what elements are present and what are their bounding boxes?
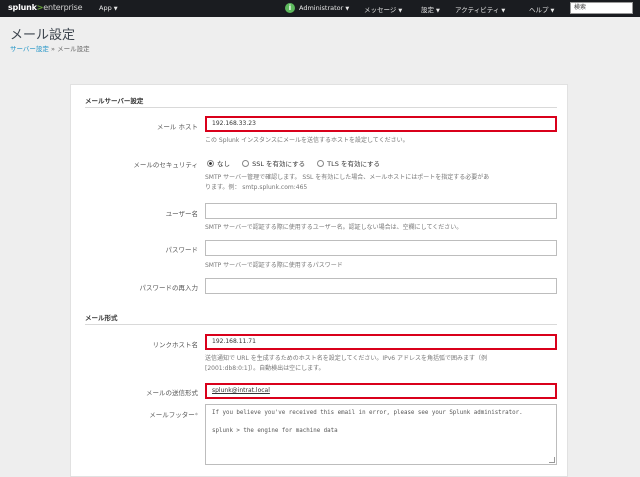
mail-host-input[interactable]: 192.168.33.23 — [205, 116, 557, 132]
radio-security-none[interactable]: なし — [207, 158, 230, 168]
top-navigation-bar: splunk>enterprise App ▼ i Administrator ▼ … — [0, 0, 640, 17]
breadcrumb-separator: » — [51, 45, 55, 53]
mail-security-help-line-2: ります。例： smtp.splunk.com:465 — [205, 184, 308, 191]
settings-menu[interactable]: 設定 ▼ — [421, 4, 440, 14]
password-label: パスワード — [165, 246, 199, 254]
sender-format-input[interactable]: splunk@intrat.local — [205, 383, 557, 399]
radio-unselected-icon — [242, 160, 250, 167]
radio-security-ssl[interactable]: SSL を有効にする — [242, 158, 305, 168]
mail-footer-textarea[interactable]: If you believe you've received this emai… — [205, 404, 557, 465]
resize-handle-icon[interactable] — [549, 457, 555, 463]
page-title: メール設定 — [10, 28, 76, 43]
required-marker: * — [194, 411, 198, 419]
breadcrumb-link-server-settings[interactable]: サーバー設定 — [10, 45, 49, 53]
messages-menu[interactable]: メッセージ ▼ — [364, 4, 402, 14]
mail-host-help: この Splunk インスタンスにメールを送信するホストを設定してください。 — [205, 137, 409, 144]
mail-host-label: メール ホスト — [156, 123, 198, 131]
mail-security-radio-group: なし SSL を有効にする TLS を有効にする — [207, 158, 390, 168]
settings-menu-label: 設定 — [421, 6, 434, 14]
radio-unselected-icon — [317, 160, 325, 167]
username-help: SMTP サーバーで認証する際に使用するユーザー名。認証しない場合は、空欄にして… — [205, 224, 463, 231]
caret-down-icon: ▼ — [398, 8, 403, 14]
messages-menu-label: メッセージ — [364, 6, 397, 14]
password-help: SMTP サーバーで認証する際に使用するパスワード — [205, 262, 343, 269]
activity-menu[interactable]: アクティビティ ▼ — [455, 4, 505, 14]
radio-label-ssl: SSL を有効にする — [252, 160, 306, 168]
caret-down-icon: ▼ — [550, 8, 555, 14]
link-hostname-help-line-1: 送信通知で URL を生成するためのホスト名を設定してください。IPv6 アドレ… — [205, 355, 488, 362]
user-menu[interactable]: Administrator ▼ — [299, 4, 349, 12]
username-label: ユーザー名 — [165, 210, 198, 218]
search-input[interactable]: 検索 — [570, 2, 633, 14]
breadcrumb-current: メール設定 — [57, 45, 90, 53]
logo-sub-text: enterprise — [43, 3, 83, 12]
mail-security-help-line-1: SMTP サーバー管理で確認します。 SSL を有効にした場合、メールホストには… — [205, 174, 490, 181]
radio-security-tls[interactable]: TLS を有効にする — [317, 158, 380, 168]
section-divider — [85, 324, 557, 325]
info-icon[interactable]: i — [285, 3, 295, 13]
splunk-logo[interactable]: splunk>enterprise — [8, 3, 82, 12]
link-hostname-help: 送信通知で URL を生成するためのホスト名を設定してください。IPv6 アドレ… — [205, 354, 557, 374]
caret-down-icon: ▼ — [501, 8, 506, 14]
password-input[interactable] — [205, 240, 557, 256]
mail-footer-line-2: splunk > the engine for machine data — [212, 428, 338, 434]
mail-footer-label-text: メールフッター — [149, 411, 195, 419]
username-input[interactable] — [205, 203, 557, 219]
section-title-mail-server: メールサーバー設定 — [85, 97, 144, 105]
help-menu[interactable]: ヘルプ ▼ — [529, 4, 554, 14]
mail-security-help: SMTP サーバー管理で確認します。 SSL を有効にした場合、メールホストには… — [205, 173, 557, 193]
activity-menu-label: アクティビティ — [455, 6, 500, 14]
radio-selected-icon — [207, 160, 214, 167]
section-divider — [85, 107, 557, 108]
app-menu-label: App — [99, 4, 112, 12]
app-menu[interactable]: App ▼ — [99, 4, 118, 12]
mail-footer-label: メールフッター* — [0, 409, 198, 419]
mail-footer-line-1: If you believe you've received this emai… — [212, 410, 523, 416]
radio-label-none: なし — [217, 160, 230, 168]
radio-label-tls: TLS を有効にする — [327, 160, 381, 168]
link-hostname-help-line-2: [2001:db8:0:1]）。自動検出は空にします。 — [205, 365, 325, 372]
help-menu-label: ヘルプ — [529, 6, 549, 14]
caret-down-icon: ▼ — [345, 6, 350, 12]
section-title-mail-format: メール形式 — [85, 314, 118, 322]
password-confirm-input[interactable] — [205, 278, 557, 294]
caret-down-icon: ▼ — [436, 8, 440, 14]
link-hostname-label: リンクホスト名 — [152, 341, 199, 349]
breadcrumb: サーバー設定 » メール設定 — [10, 43, 90, 53]
link-hostname-input[interactable]: 192.168.11.71 — [205, 334, 557, 350]
sender-format-label: メールの送信形式 — [146, 389, 198, 397]
logo-main-text: splunk — [8, 3, 37, 12]
password-confirm-label: パスワードの再入力 — [139, 284, 199, 292]
caret-down-icon: ▼ — [113, 6, 118, 12]
user-menu-label: Administrator — [299, 4, 344, 12]
mail-security-label: メールのセキュリティ — [133, 161, 198, 169]
